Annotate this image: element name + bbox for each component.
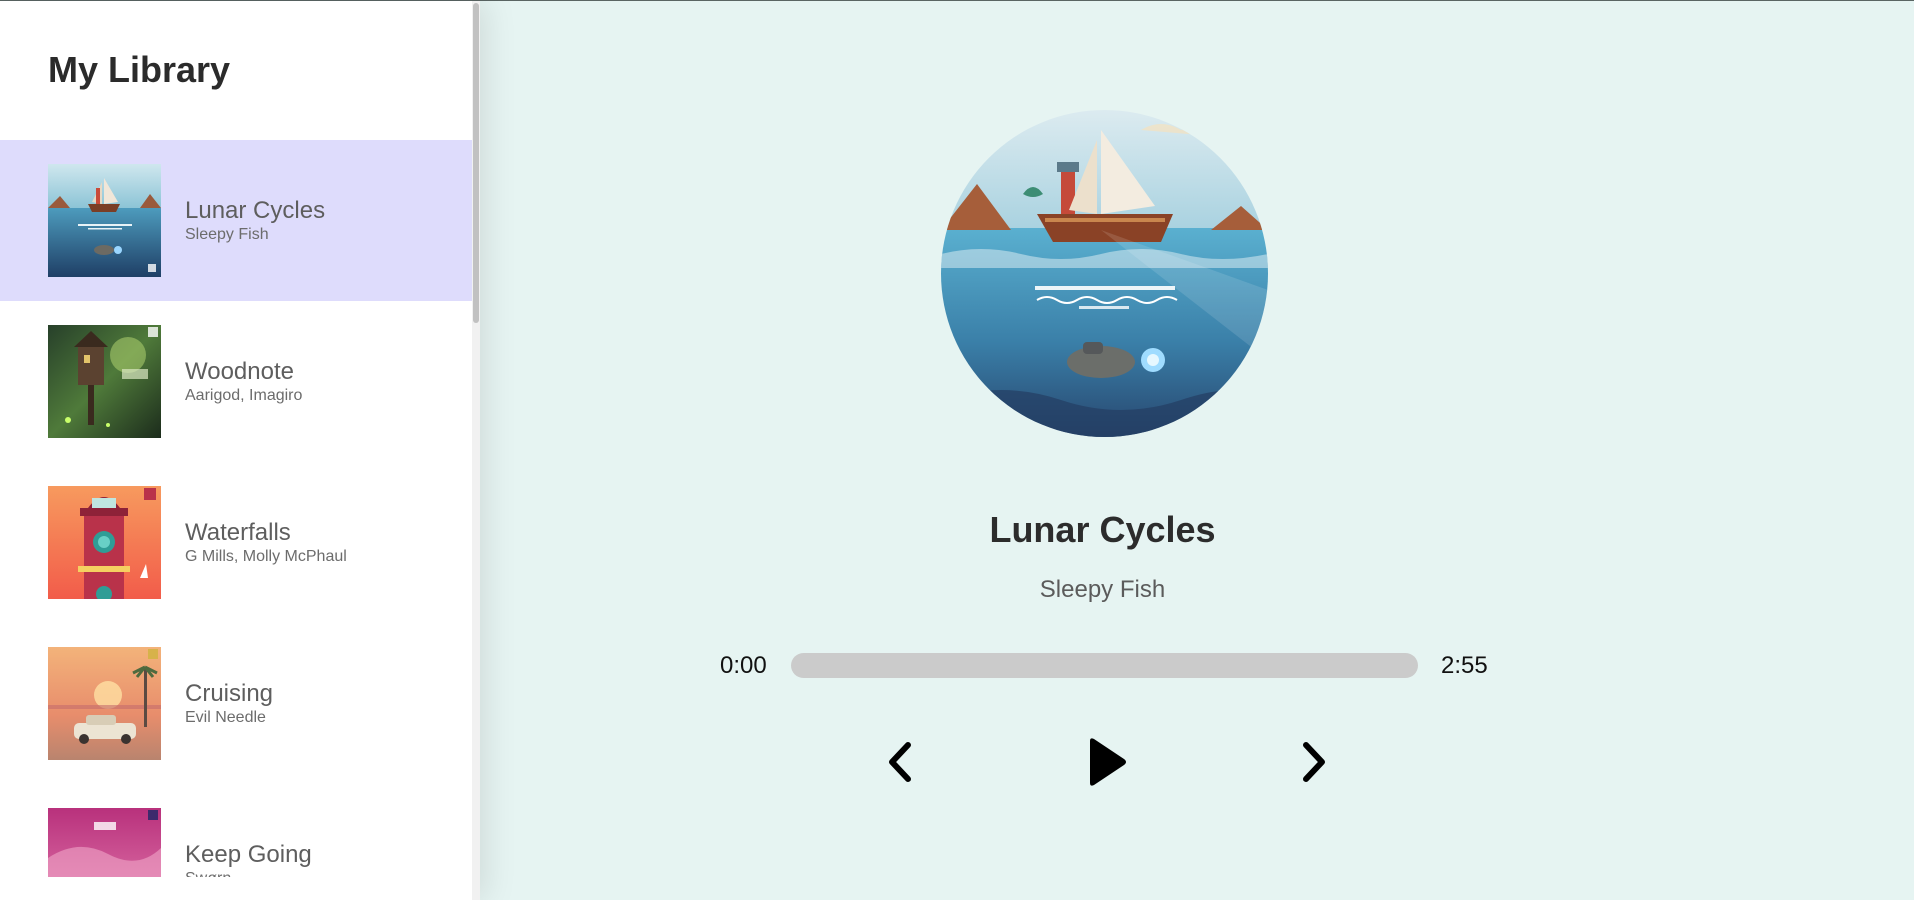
play-icon: [1090, 738, 1126, 786]
song-meta: Cruising Evil Needle: [185, 680, 273, 728]
next-track-button[interactable]: [1294, 739, 1334, 785]
song-list: Lunar Cycles Sleepy Fish Woodnote Aarigo…: [0, 140, 472, 877]
play-button[interactable]: [1084, 735, 1128, 789]
library-title: My Library: [48, 49, 231, 90]
progress-bar[interactable]: [791, 653, 1418, 678]
album-cover: [48, 325, 161, 438]
player-panel: Lunar Cycles Sleepy Fish 0:00 2:55: [480, 1, 1914, 900]
now-playing-title: Lunar Cycles: [989, 509, 1216, 550]
previous-track-button[interactable]: [880, 739, 920, 785]
song-item-keep-going[interactable]: Keep Going Swørn: [0, 784, 472, 877]
song-title: Waterfalls: [185, 518, 291, 546]
chevron-right-icon: [1303, 742, 1325, 782]
song-item-woodnote[interactable]: Woodnote Aarigod, Imagiro: [0, 301, 472, 462]
song-item-lunar-cycles[interactable]: Lunar Cycles Sleepy Fish: [0, 140, 472, 301]
song-artist: Aarigod, Imagiro: [185, 386, 303, 404]
song-meta: Lunar Cycles Sleepy Fish: [185, 197, 325, 245]
song-title: Lunar Cycles: [185, 196, 326, 224]
song-title: Woodnote: [185, 357, 294, 385]
now-playing-cover: [941, 110, 1268, 437]
total-time: 2:55: [1441, 652, 1488, 679]
song-artist: G Mills, Molly McPhaul: [185, 547, 347, 565]
chevron-left-icon: [889, 742, 911, 782]
song-item-cruising[interactable]: Cruising Evil Needle: [0, 623, 472, 784]
song-meta: Woodnote Aarigod, Imagiro: [185, 358, 302, 406]
song-meta: Keep Going Swørn: [185, 841, 312, 878]
song-title: Cruising: [185, 679, 274, 707]
song-item-waterfalls[interactable]: Waterfalls G Mills, Molly McPhaul: [0, 462, 472, 623]
now-playing-artist: Sleepy Fish: [1039, 576, 1166, 603]
album-cover: [48, 486, 161, 599]
current-time: 0:00: [720, 652, 767, 679]
album-cover: [48, 647, 161, 760]
sidebar-scrollbar-thumb[interactable]: [473, 3, 479, 323]
song-artist: Swørn: [185, 869, 312, 878]
library-sidebar: My Library Lunar Cycles Sleepy Fish Wood…: [0, 1, 480, 900]
album-cover: [48, 164, 161, 277]
song-meta: Waterfalls G Mills, Molly McPhaul: [185, 519, 347, 567]
song-title: Keep Going: [185, 840, 312, 868]
song-artist: Evil Needle: [185, 708, 266, 726]
album-cover: [48, 808, 161, 877]
song-artist: Sleepy Fish: [185, 225, 269, 243]
